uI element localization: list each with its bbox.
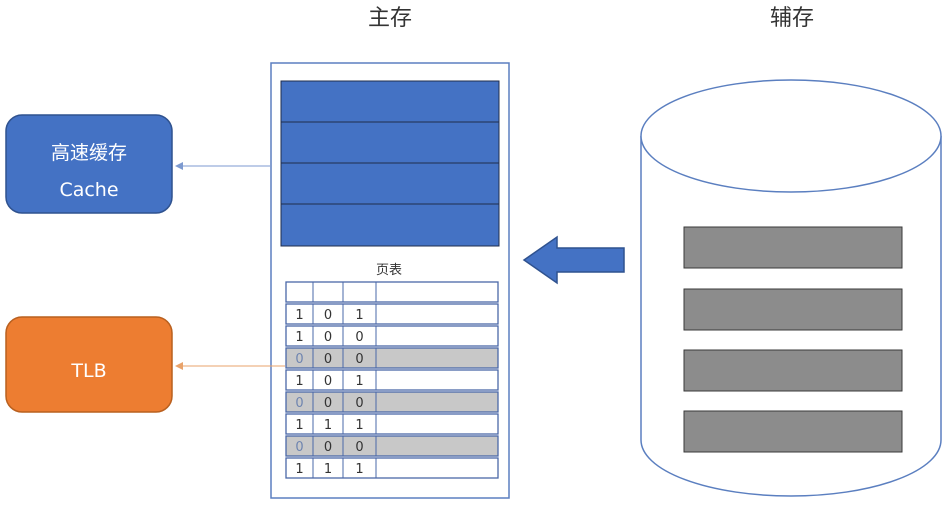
memory-block (280, 80, 500, 123)
cache-label-en: Cache (59, 179, 118, 201)
page-table-cell: 1 (295, 418, 303, 433)
page-table-cell: 0 (355, 330, 363, 345)
page-table-cell: 1 (324, 462, 332, 477)
memory-block (280, 162, 500, 205)
page-table-cell: 0 (295, 396, 303, 411)
page-table-cell: 0 (295, 352, 303, 367)
page-table-cell: 1 (355, 418, 363, 433)
tlb-label: TLB (70, 360, 106, 382)
page-table-row: 0 0 0 (285, 347, 499, 369)
page-table-row: 0 0 0 (285, 391, 499, 413)
main-memory-title: 主存 (368, 6, 412, 31)
page-table-cell: 0 (324, 352, 332, 367)
page-table-cell: 1 (355, 374, 363, 389)
page-table-cell: 0 (355, 396, 363, 411)
page-table-cell: 0 (295, 440, 303, 455)
page-table-row: 1 1 1 (285, 457, 499, 479)
main-memory-blocks (280, 80, 500, 247)
page-table-cell: 1 (295, 330, 303, 345)
page-table-cell: 0 (324, 440, 332, 455)
page-table-cell: 1 (355, 308, 363, 323)
secondary-storage-title: 辅存 (770, 6, 814, 31)
memory-hierarchy-diagram: 主存 辅存 页表 1 0 1 1 0 0 0 0 0 1 0 1 0 0 0 1 1 1 0 0 0 1 1 1 高速缓存 C… (5, 6, 942, 499)
page-table-row: 0 0 0 (285, 435, 499, 457)
page-table-cell: 0 (324, 308, 332, 323)
memory-block (280, 121, 500, 164)
page-table-cell: 1 (295, 374, 303, 389)
page-table-cell: 1 (324, 418, 332, 433)
disk-block (683, 288, 903, 331)
memory-block (280, 203, 500, 247)
storage-to-memory-arrow (522, 235, 625, 285)
page-table-title: 页表 (376, 263, 402, 278)
page-table-cell: 1 (355, 462, 363, 477)
page-table-cell: 0 (324, 330, 332, 345)
page-table-cell: 0 (355, 440, 363, 455)
page-table-cell: 0 (324, 374, 332, 389)
page-table-row: 1 0 0 (285, 325, 499, 347)
page-table-cell: 1 (295, 308, 303, 323)
page-table-cell: 0 (324, 396, 332, 411)
page-table-header (285, 281, 499, 303)
cache-label-cn: 高速缓存 (51, 142, 127, 164)
page-table-row: 1 0 1 (285, 303, 499, 325)
disk-block (683, 226, 903, 269)
page-table-row: 1 0 1 (285, 369, 499, 391)
disk-block (683, 410, 903, 453)
page-table-row: 1 1 1 (285, 413, 499, 435)
page-table-cell: 1 (295, 462, 303, 477)
disk-block (683, 349, 903, 392)
page-table-cell: 0 (355, 352, 363, 367)
